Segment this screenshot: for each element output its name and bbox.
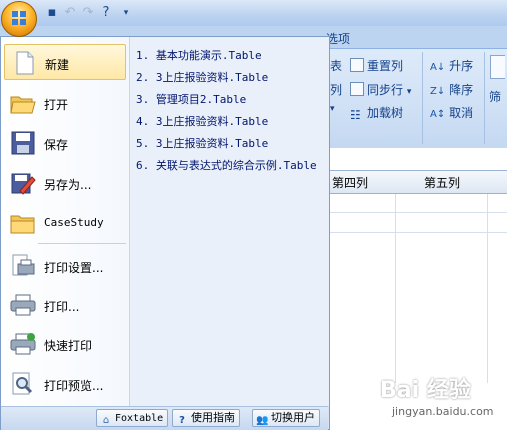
menu-item-label: CaseStudy — [44, 216, 104, 229]
redo-icon[interactable]: ↷ — [80, 5, 96, 21]
grid-column-divider — [395, 170, 396, 383]
baidu-watermark-url: jingyan.baidu.com — [392, 405, 494, 418]
data-grid[interactable] — [326, 193, 507, 383]
menu-item-print-preview[interactable]: 打印预览... — [4, 366, 126, 402]
foxtable-button-label: Foxtable — [115, 413, 164, 424]
save-as-icon — [11, 173, 36, 195]
folder-icon — [10, 215, 35, 234]
sort-ascending-icon: A↓ — [430, 62, 446, 73]
menu-item-print-setup[interactable]: 打印设置... — [4, 248, 126, 284]
ribbon-table-partial[interactable]: 表 — [330, 57, 342, 74]
switch-user-button[interactable]: 👥 切换用户 — [252, 409, 320, 427]
menu-item-label: 快速打印 — [44, 339, 93, 353]
recent-file-item[interactable]: 2. 3上庄报验资料.Table — [136, 69, 268, 85]
chevron-down-icon: ▾ — [406, 87, 412, 97]
menu-item-open[interactable]: 打开 — [4, 85, 126, 121]
reset-columns-label: 重置列 — [367, 59, 404, 73]
users-icon: 👥 — [256, 415, 269, 426]
save-disk-icon — [11, 131, 35, 155]
reset-columns-button[interactable]: 重置列 — [350, 57, 403, 74]
menu-item-label: 打印... — [44, 300, 80, 314]
recent-file-item[interactable]: 5. 3上庄报验资料.Table — [136, 135, 268, 151]
quick-print-icon — [10, 333, 36, 355]
recent-file-item[interactable]: 1. 基本功能演示.Table — [136, 47, 262, 63]
user-guide-button[interactable]: ? 使用指南 — [172, 409, 240, 427]
menu-item-print[interactable]: 打印... — [4, 287, 126, 323]
help-icon: ? — [179, 415, 185, 426]
sort-descending-button[interactable]: Z↓ 降序 — [430, 81, 473, 98]
ribbon-column-partial[interactable]: 列 — [330, 81, 342, 98]
load-tree-label: 加载树 — [367, 106, 404, 120]
menu-item-label: 保存 — [44, 138, 69, 152]
new-document-icon — [16, 51, 34, 75]
recent-file-item[interactable]: 4. 3上庄报验资料.Table — [136, 113, 268, 129]
sort-descending-label: 降序 — [449, 83, 474, 97]
home-icon: ⌂ — [102, 415, 110, 426]
reset-columns-icon — [350, 58, 364, 72]
app-logo-icon — [12, 11, 26, 25]
menu-item-label: 另存为... — [44, 178, 92, 192]
quick-save-icon[interactable]: ▪ — [44, 5, 60, 21]
cancel-sort-icon: A↕ — [430, 109, 446, 120]
menu-item-label: 打印设置... — [44, 261, 104, 275]
open-folder-icon — [10, 96, 36, 114]
sort-descending-icon: Z↓ — [430, 86, 446, 97]
sort-ascending-button[interactable]: A↓ 升序 — [430, 57, 473, 74]
menu-item-new[interactable]: 新建 — [4, 44, 126, 80]
foxtable-button[interactable]: ⌂ Foxtable — [96, 409, 169, 427]
user-guide-button-label: 使用指南 — [191, 411, 235, 424]
menu-divider — [38, 243, 126, 244]
column-header-4[interactable]: 第四列 — [332, 174, 368, 191]
sync-rows-icon — [350, 82, 364, 96]
filter-button-partial[interactable]: 筛 — [489, 88, 501, 105]
customize-qat-icon[interactable]: ▾ — [118, 5, 134, 21]
menu-item-save[interactable]: 保存 — [4, 125, 126, 161]
ribbon-separator-2 — [484, 52, 485, 144]
dropdown-arrow-icon[interactable]: ▾ — [330, 104, 335, 114]
sync-rows-button[interactable]: 同步行 ▾ — [350, 81, 411, 98]
load-tree-button[interactable]: ☷ 加载树 — [350, 104, 403, 122]
print-preview-icon — [12, 372, 33, 395]
menu-item-quick-print[interactable]: 快速打印 — [4, 326, 126, 362]
cancel-sort-button[interactable]: A↕ 取消 — [430, 104, 473, 121]
switch-user-button-label: 切换用户 — [271, 411, 315, 424]
baidu-watermark: Bai 经验 — [380, 378, 471, 403]
printer-icon — [10, 294, 36, 316]
undo-icon[interactable]: ↶ — [62, 5, 78, 21]
menu-item-label: 打开 — [44, 98, 69, 112]
help-icon[interactable]: ? — [98, 5, 114, 21]
filter-icon[interactable] — [490, 55, 505, 79]
grid-row-line — [326, 212, 507, 213]
menu-item-casestudy[interactable]: CaseStudy — [4, 205, 126, 241]
grid-column-divider-2 — [487, 170, 488, 383]
menu-item-label: 新建 — [45, 58, 70, 72]
menu-item-label: 打印预览... — [44, 379, 104, 393]
print-setup-icon — [12, 254, 35, 276]
column-header-5[interactable]: 第五列 — [424, 174, 460, 191]
ribbon-separator — [422, 52, 423, 144]
sync-rows-label: 同步行 — [367, 83, 404, 97]
cancel-sort-label: 取消 — [449, 106, 474, 120]
tree-icon: ☷ — [350, 108, 361, 122]
sort-ascending-label: 升序 — [449, 59, 474, 73]
menu-item-save-as[interactable]: 另存为... — [4, 165, 126, 201]
grid-row-line — [326, 232, 507, 233]
recent-file-item[interactable]: 3. 管理项目2.Table — [136, 91, 246, 107]
recent-file-item[interactable]: 6. 关联与表达式的综合示例.Table — [136, 157, 317, 173]
